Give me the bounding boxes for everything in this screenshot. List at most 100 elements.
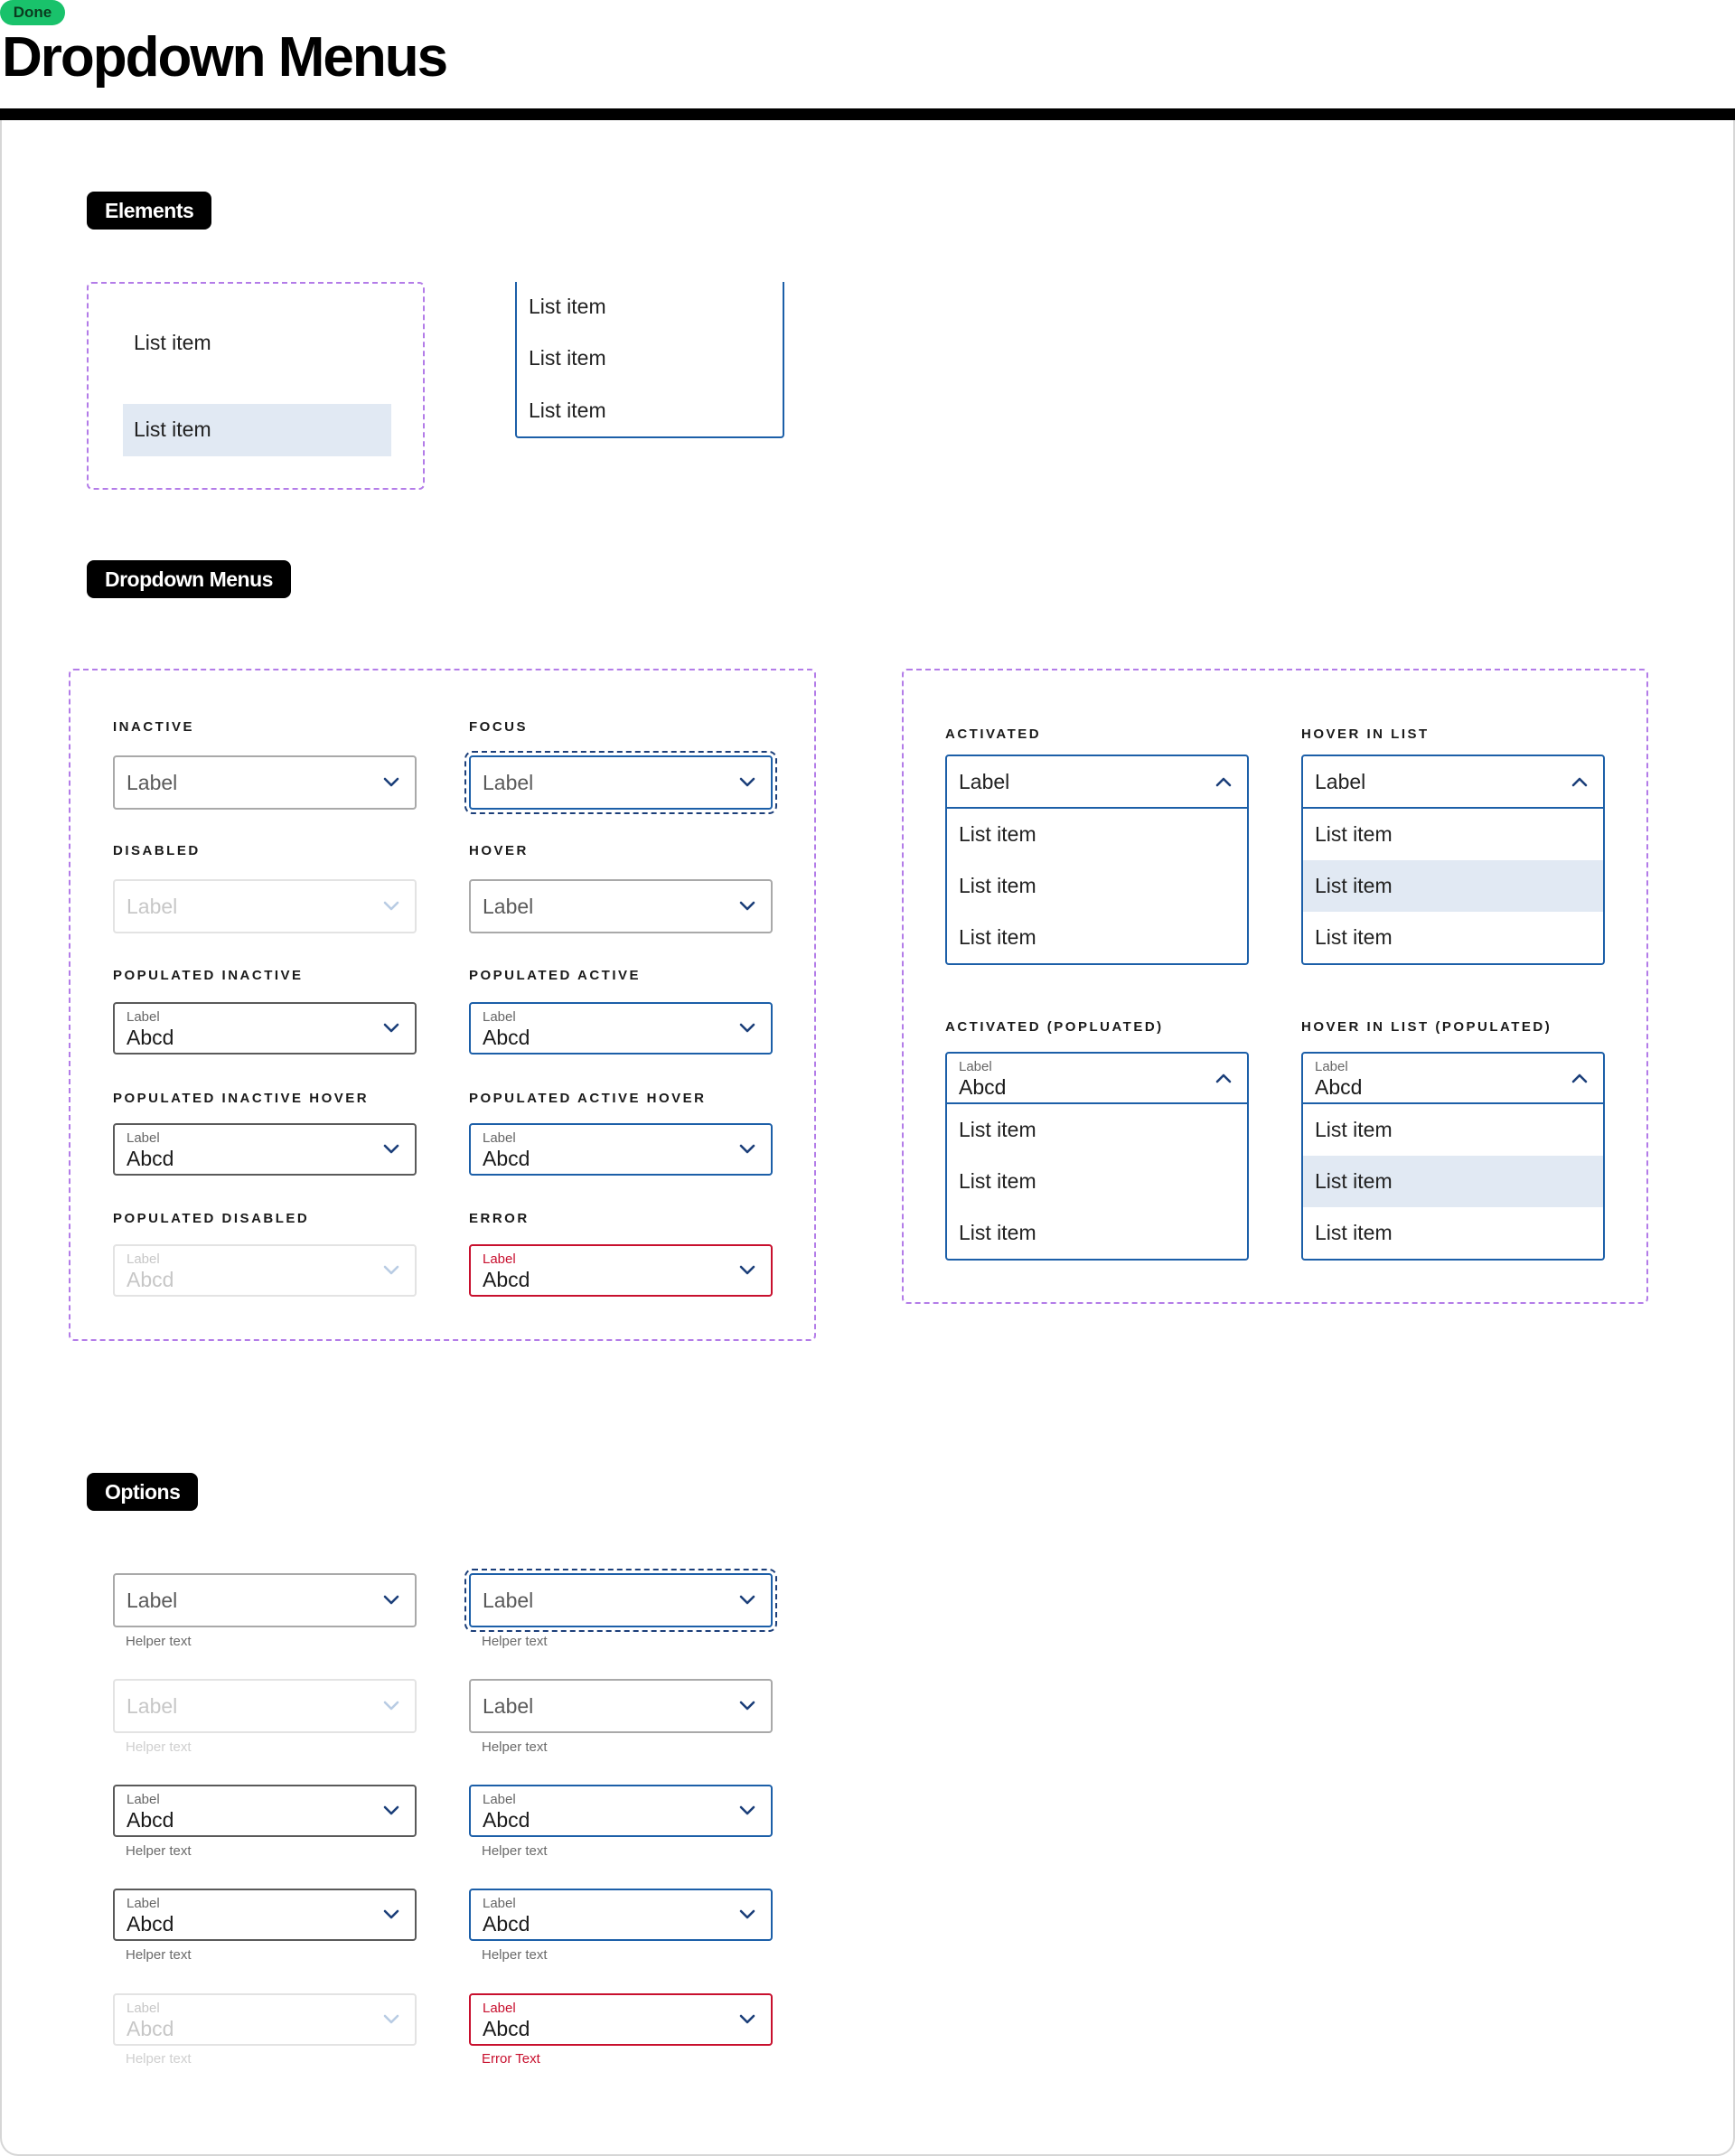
chevron-down-icon (738, 1595, 756, 1606)
chevron-down-icon (738, 1909, 756, 1920)
list-item-hovered[interactable]: List item (1303, 1156, 1603, 1207)
chevron-down-icon (382, 1595, 400, 1606)
chevron-down-icon (382, 1023, 400, 1034)
dropdown-placeholder: Label (127, 895, 178, 918)
dropdown-placeholder: Label (127, 1694, 178, 1718)
dropdown-option-inactive[interactable]: Label (113, 1573, 417, 1627)
dropdown-option-populated-inactive[interactable]: Label Abcd (113, 1785, 417, 1837)
chevron-down-icon (738, 1023, 756, 1034)
dropdown-option-populated-active[interactable]: Label Abcd (469, 1785, 773, 1837)
chevron-up-icon (1571, 776, 1589, 787)
dropdown-value: Abcd (1315, 1075, 1363, 1099)
dropdown-label: Label (127, 1009, 160, 1025)
chevron-down-icon (382, 1909, 400, 1920)
list-panel: List item List item List item (515, 282, 784, 438)
dropdown-placeholder: Label (127, 771, 178, 794)
dropdown-value: Abcd (127, 1026, 174, 1049)
dropdown-placeholder: Label (127, 1589, 178, 1612)
list-item[interactable]: List item (947, 809, 1247, 860)
dropdown-error[interactable]: Label Abcd (469, 1244, 773, 1297)
status-badge: Done (0, 0, 65, 25)
dropdown-value: Abcd (483, 1026, 530, 1049)
dropdown-option-populated-disabled: Label Abcd (113, 1993, 417, 2046)
dropdown-option-focus[interactable]: Label (464, 1569, 777, 1632)
dropdown-value: Abcd (483, 1268, 530, 1291)
dropdown-value: Abcd (127, 1268, 174, 1291)
state-label-activated-populated: ACTIVATED (POPLUATED) (945, 1019, 1164, 1035)
dropdown-disabled: Label (113, 879, 417, 933)
list-item[interactable]: List item (947, 1156, 1247, 1207)
list-item[interactable]: List item (1303, 809, 1603, 860)
state-label-populated-disabled: POPULATED DISABLED (113, 1211, 310, 1226)
list-item[interactable]: List item (1303, 1207, 1603, 1259)
list-item[interactable]: List item (529, 346, 606, 370)
list-item[interactable]: List item (529, 398, 606, 423)
list-item[interactable]: List item (1303, 1104, 1603, 1156)
dropdown-option-disabled: Label (113, 1679, 417, 1733)
dropdown-focus[interactable]: Label (464, 751, 777, 814)
list-item-highlighted[interactable]: List item (123, 404, 391, 456)
dropdown-label: Label (127, 1130, 160, 1146)
dropdown-option-populated-active-hover[interactable]: Label Abcd (469, 1889, 773, 1941)
dropdown-label: Label (127, 1792, 160, 1807)
dropdown-populated-active[interactable]: Label Abcd (469, 1002, 773, 1055)
dropdown-hover-in-list[interactable]: Label (1301, 755, 1605, 809)
list-item-default[interactable]: List item (134, 331, 211, 355)
dropdown-option-hover[interactable]: Label (469, 1679, 773, 1733)
helper-text: Helper text (482, 1947, 548, 1963)
dropdown-hover[interactable]: Label (469, 879, 773, 933)
chevron-down-icon (738, 1701, 756, 1711)
header-divider (0, 108, 1735, 120)
chevron-down-icon (382, 1144, 400, 1155)
dropdown-label: Label (483, 1251, 516, 1267)
list-item[interactable]: List item (947, 1207, 1247, 1259)
chevron-up-icon (1214, 776, 1233, 787)
dropdown-option-error[interactable]: Label Abcd (469, 1993, 773, 2046)
helper-text: Helper text (126, 1843, 192, 1859)
section-tag-dropdown-menus: Dropdown Menus (87, 560, 291, 598)
list-item[interactable]: List item (947, 1104, 1247, 1156)
state-label-inactive: INACTIVE (113, 719, 195, 735)
chevron-down-icon (738, 1805, 756, 1816)
state-label-populated-inactive: POPULATED INACTIVE (113, 968, 304, 983)
dropdown-placeholder: Label (483, 1589, 534, 1612)
dropdown-value: Abcd (483, 1808, 530, 1832)
chevron-down-icon (738, 901, 756, 912)
state-label-focus: FOCUS (469, 719, 528, 735)
dropdown-placeholder: Label (483, 895, 534, 918)
chevron-down-icon (382, 901, 400, 912)
dropdown-value: Abcd (483, 1912, 530, 1936)
dropdown-populated-inactive-hover[interactable]: Label Abcd (113, 1123, 417, 1176)
dropdown-label: Label (483, 2001, 516, 2016)
list-item[interactable]: List item (529, 295, 606, 319)
dropdown-label: Label (127, 1896, 160, 1911)
chevron-down-icon (382, 1265, 400, 1276)
list-item[interactable]: List item (1303, 912, 1603, 963)
dropdown-label: Label (127, 2001, 160, 2016)
dropdown-option-populated-inactive-hover[interactable]: Label Abcd (113, 1889, 417, 1941)
chevron-down-icon (738, 2014, 756, 2025)
dropdown-inactive[interactable]: Label (113, 755, 417, 810)
dropdown-populated-active-hover[interactable]: Label Abcd (469, 1123, 773, 1176)
state-label-error: ERROR (469, 1211, 530, 1226)
list-item[interactable]: List item (947, 860, 1247, 912)
error-text: Error Text (482, 2051, 540, 2067)
dropdown-activated-populated[interactable]: Label Abcd (945, 1052, 1249, 1104)
list-item-hovered[interactable]: List item (1303, 860, 1603, 912)
helper-text: Helper text (482, 1843, 548, 1859)
chevron-up-icon (1571, 1073, 1589, 1083)
dropdown-populated-inactive[interactable]: Label Abcd (113, 1002, 417, 1055)
list-item[interactable]: List item (947, 912, 1247, 963)
dropdown-label: Label (483, 1792, 516, 1807)
dropdown-value: Abcd (483, 2017, 530, 2040)
helper-text: Helper text (126, 1739, 192, 1755)
chevron-down-icon (738, 1144, 756, 1155)
dropdown-hover-in-list-populated[interactable]: Label Abcd (1301, 1052, 1605, 1104)
state-label-populated-active-hover: POPULATED ACTIVE HOVER (469, 1091, 707, 1106)
dropdown-placeholder: Label (1315, 770, 1366, 793)
dropdown-list: List item List item List item (945, 1104, 1249, 1261)
dropdown-list: List item List item List item (945, 809, 1249, 965)
dropdown-activated[interactable]: Label (945, 755, 1249, 809)
state-label-hover-in-list: HOVER IN LIST (1301, 726, 1430, 742)
dropdown-placeholder: Label (483, 1694, 534, 1718)
